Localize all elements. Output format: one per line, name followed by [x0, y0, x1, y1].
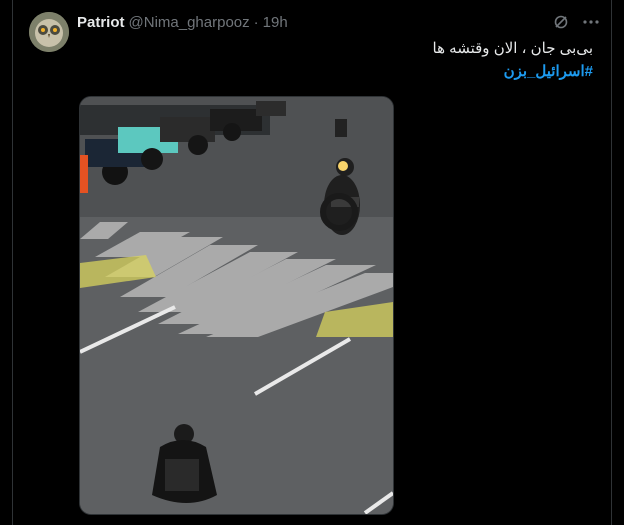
- user-handle[interactable]: @Nima_gharpooz: [129, 14, 250, 31]
- tweet-photo[interactable]: [79, 96, 394, 515]
- separator: ·: [253, 13, 259, 31]
- street-scene-image: [80, 97, 393, 514]
- owl-avatar-image: [29, 12, 69, 52]
- more-icon[interactable]: [583, 14, 599, 30]
- avatar[interactable]: [29, 12, 69, 52]
- grok-icon[interactable]: [553, 14, 569, 30]
- tweet-card[interactable]: Patriot @Nima_gharpooz · 19h بی‌بی جان ،…: [12, 0, 612, 525]
- timestamp[interactable]: 19h: [263, 14, 288, 31]
- hashtag-link[interactable]: #اسرائیل_بزن: [73, 60, 593, 83]
- tweet-header: Patriot @Nima_gharpooz · 19h: [77, 12, 599, 32]
- tweet-actions-top: [553, 14, 599, 30]
- tweet-body-text: بی‌بی جان ، الان وقتشه ها: [432, 40, 593, 57]
- display-name[interactable]: Patriot: [77, 14, 125, 31]
- tweet-text: بی‌بی جان ، الان وقتشه ها #اسرائیل_بزن: [73, 37, 593, 83]
